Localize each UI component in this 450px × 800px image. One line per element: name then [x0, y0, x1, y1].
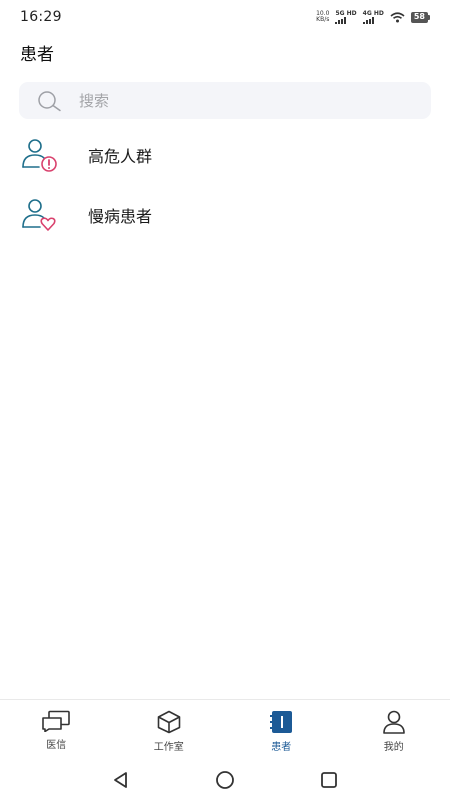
back-icon [114, 772, 127, 788]
tab-label: 医信 [46, 740, 67, 751]
page-title: 患者 [20, 45, 54, 65]
list-item-label: 慢病患者 [88, 207, 153, 226]
signal-bars-icon [362, 16, 374, 24]
list-item-label: 高危人群 [88, 147, 153, 166]
search-input[interactable]: 搜索 [19, 82, 431, 119]
network-speed: 10.0 KB/s [316, 11, 329, 23]
list-item-high-risk[interactable]: 高危人群 [20, 130, 430, 180]
cube-icon [157, 710, 181, 734]
tab-label: 工作室 [153, 742, 184, 753]
system-navigation-bar [0, 760, 450, 800]
search-placeholder: 搜索 [79, 92, 110, 110]
status-bar: 16:29 10.0 KB/s 5G HD 4G HD 58 [0, 0, 450, 34]
back-button[interactable] [109, 768, 133, 792]
status-indicators: 10.0 KB/s 5G HD 4G HD 58 [316, 10, 430, 24]
chat-icon [42, 710, 71, 732]
tab-messages[interactable]: 医信 [0, 700, 113, 757]
home-icon [216, 771, 234, 789]
notebook-icon [270, 711, 293, 733]
tab-label: 患者 [271, 742, 292, 753]
home-button[interactable] [213, 768, 237, 792]
list-item-chronic[interactable]: 慢病患者 [20, 190, 430, 240]
person-icon [382, 710, 405, 734]
tab-patients[interactable]: 患者 [225, 700, 338, 757]
status-time: 16:29 [20, 9, 62, 25]
recents-button[interactable] [317, 768, 341, 792]
battery-level: 58 [410, 11, 428, 23]
network-speed-unit: KB/s [316, 16, 330, 23]
user-alert-icon [22, 139, 57, 172]
recents-icon [321, 772, 337, 788]
wifi-icon [390, 11, 405, 22]
sim1-signal: 5G HD [335, 10, 357, 24]
sim2-signal: 4G HD [362, 10, 384, 24]
tab-studio[interactable]: 工作室 [113, 700, 226, 757]
bottom-tab-bar: 医信 工作室 患者 我的 [0, 699, 450, 757]
user-heart-icon [22, 199, 56, 231]
search-icon [38, 90, 61, 111]
tab-mine[interactable]: 我的 [338, 700, 450, 757]
tab-label: 我的 [383, 742, 404, 753]
battery-icon: 58 [410, 11, 430, 23]
signal-bars-icon [335, 16, 347, 24]
